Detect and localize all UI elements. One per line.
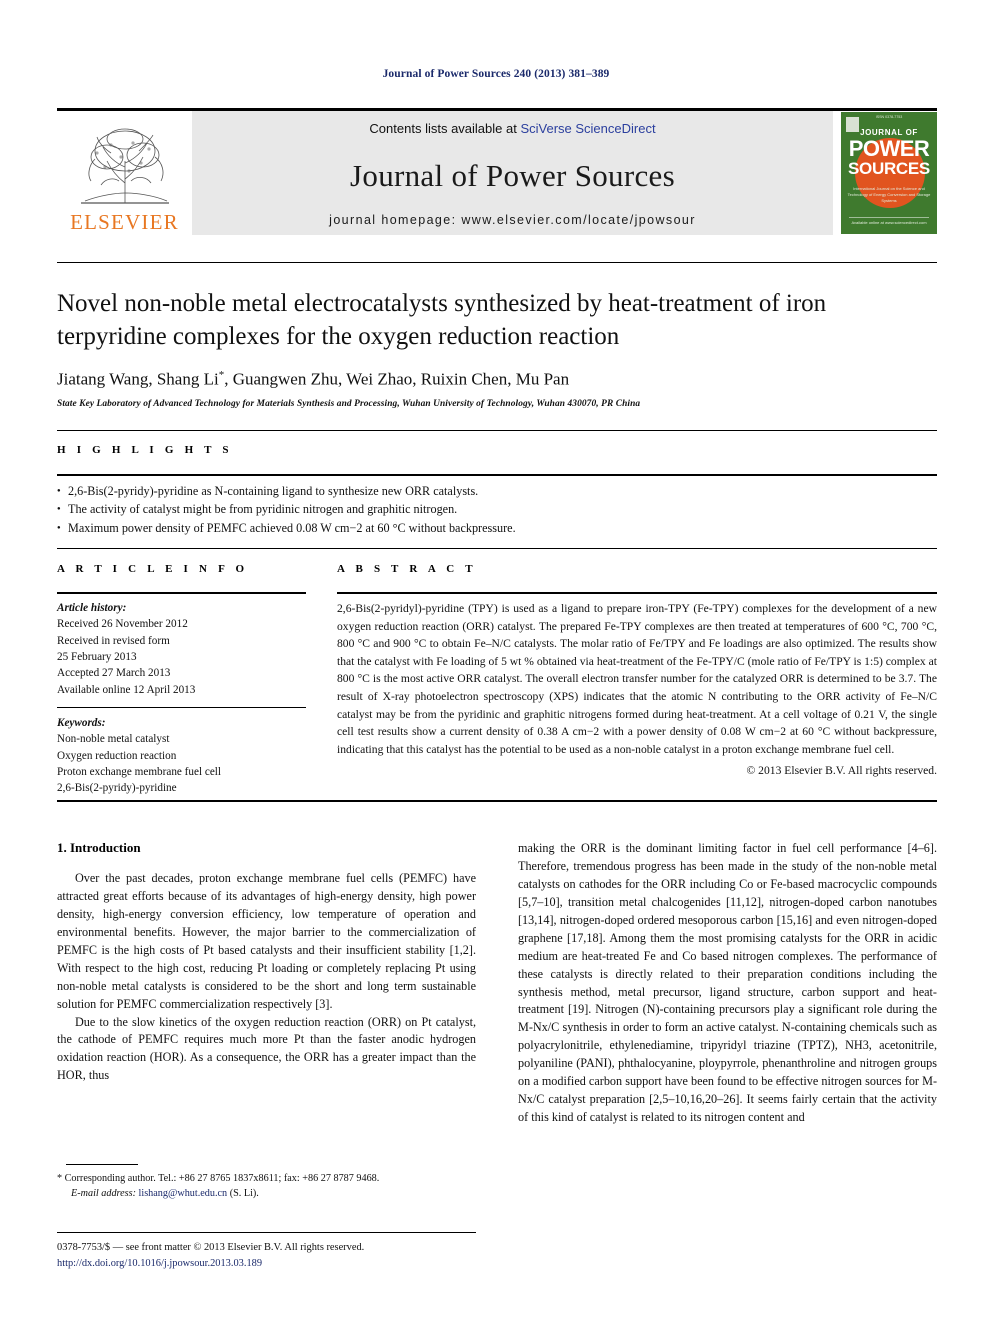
email-owner: (S. Li).: [229, 1187, 259, 1199]
article-history-line: 25 February 2013: [57, 651, 137, 664]
footnote-divider: [66, 1164, 138, 1165]
body-right-column: making the ORR is the dominant limiting …: [518, 840, 937, 1127]
authors-before-marker: Jiatang Wang, Shang Li: [57, 369, 219, 389]
article-title: Novel non-noble metal electrocatalysts s…: [57, 290, 827, 350]
issn-copyright-line: 0378-7753/$ — see front matter © 2013 El…: [57, 1242, 365, 1253]
cover-subtitle-text: International Journal on the Science and…: [847, 186, 931, 203]
title-divider-top: [57, 262, 937, 263]
body-left-column: 1. Introduction Over the past decades, p…: [57, 840, 476, 1127]
corresponding-author-footnote: * Corresponding author. Tel.: +86 27 876…: [57, 1172, 476, 1202]
authors-after-marker: , Guangwen Zhu, Wei Zhao, Ruixin Chen, M…: [224, 369, 570, 389]
cover-power-text: POWER: [848, 136, 930, 161]
article-history-line: Received in revised form: [57, 634, 170, 647]
article-info-separator: [57, 707, 306, 709]
elsevier-logo: ELSEVIER: [57, 111, 192, 235]
article-info-column: Article history: Received 26 November 20…: [57, 600, 306, 797]
masthead-center-band: Contents lists available at SciVerse Sci…: [192, 111, 833, 235]
author-affiliation: State Key Laboratory of Advanced Technol…: [57, 398, 641, 409]
highlights-divider-mid: [57, 474, 937, 476]
article-info-heading: A R T I C L E I N F O: [57, 563, 249, 575]
article-info-rule: [57, 592, 306, 594]
journal-masthead: ELSEVIER Contents lists available at Sci…: [57, 108, 937, 235]
footnote-contact-line: * Corresponding author. Tel.: +86 27 876…: [57, 1173, 380, 1184]
highlights-heading: H I G H L I G H T S: [57, 444, 233, 456]
section-heading-introduction: 1. Introduction: [57, 840, 141, 855]
email-address-label: E-mail address:: [71, 1187, 136, 1199]
title-block: Novel non-noble metal electrocatalysts s…: [57, 288, 937, 409]
article-history-line: Accepted 27 March 2013: [57, 667, 171, 680]
cover-sources-text: SOURCES: [848, 159, 930, 178]
elsevier-wordmark: ELSEVIER: [70, 210, 179, 234]
list-item: The activity of catalyst might be from p…: [57, 500, 937, 519]
body-paragraph: Over the past decades, proton exchange m…: [57, 871, 476, 1011]
keyword-item: Oxygen reduction reaction: [57, 749, 177, 762]
email-link[interactable]: lishang@whut.edu.cn: [139, 1188, 228, 1199]
article-history-label: Article history:: [57, 602, 127, 614]
journal-cover-thumbnail: ISSN 0378-7753 JOURNAL OF POWER SOURCES …: [833, 111, 937, 235]
list-item: Maximum power density of PEMFC achieved …: [57, 519, 937, 538]
cover-footer-text: Available online at www.sciencedirect.co…: [849, 216, 929, 226]
abstract-column: 2,6-Bis(2-pyridyl)-pyridine (TPY) is use…: [337, 600, 937, 780]
abstract-heading: A B S T R A C T: [337, 563, 477, 575]
journal-article-page: Journal of Power Sources 240 (2013) 381–…: [0, 0, 992, 1323]
keyword-item: 2,6-Bis(2-pyridy)-pyridine: [57, 782, 177, 795]
infoabstract-divider-bottom: [57, 800, 937, 802]
abstract-copyright: © 2013 Elsevier B.V. All rights reserved…: [746, 764, 937, 778]
keyword-item: Non-noble metal catalyst: [57, 733, 170, 746]
contents-prefix-text: Contents lists available at: [369, 121, 521, 136]
keywords-label: Keywords:: [57, 717, 106, 730]
imprint-block: 0378-7753/$ — see front matter © 2013 El…: [57, 1240, 557, 1271]
keyword-item: Proton exchange membrane fuel cell: [57, 766, 222, 779]
contents-available-line: Contents lists available at SciVerse Sci…: [369, 121, 655, 136]
footnote-email-line: E-mail address: lishang@whut.edu.cn (S. …: [57, 1187, 476, 1202]
list-item: 2,6-Bis(2-pyridy)-pyridine as N-containi…: [57, 482, 937, 501]
abstract-rule: [337, 592, 937, 594]
imprint-divider: [57, 1232, 476, 1233]
article-history-line: Received 26 November 2012: [57, 618, 188, 631]
article-history-line: Available online 12 April 2013: [57, 683, 196, 696]
elsevier-tree-icon: [80, 128, 169, 204]
journal-title: Journal of Power Sources: [350, 158, 675, 193]
author-list: Jiatang Wang, Shang Li*, Guangwen Zhu, W…: [57, 369, 937, 390]
cover-issn-text: ISSN 0378-7753: [875, 115, 903, 119]
abstract-text: 2,6-Bis(2-pyridyl)-pyridine (TPY) is use…: [337, 602, 937, 756]
highlights-list: 2,6-Bis(2-pyridy)-pyridine as N-containi…: [57, 482, 937, 538]
journal-homepage-link[interactable]: journal homepage: www.elsevier.com/locat…: [329, 213, 696, 227]
doi-link[interactable]: http://dx.doi.org/10.1016/j.jpowsour.201…: [57, 1256, 557, 1272]
body-columns: 1. Introduction Over the past decades, p…: [57, 840, 937, 1127]
highlights-divider-top: [57, 430, 937, 431]
infoabstract-divider-top: [57, 548, 937, 549]
body-paragraph: Due to the slow kinetics of the oxygen r…: [57, 1014, 476, 1083]
running-head: Journal of Power Sources 240 (2013) 381–…: [382, 68, 610, 80]
sciencedirect-link[interactable]: SciVerse ScienceDirect: [520, 121, 655, 136]
body-paragraph: making the ORR is the dominant limiting …: [518, 841, 937, 1125]
